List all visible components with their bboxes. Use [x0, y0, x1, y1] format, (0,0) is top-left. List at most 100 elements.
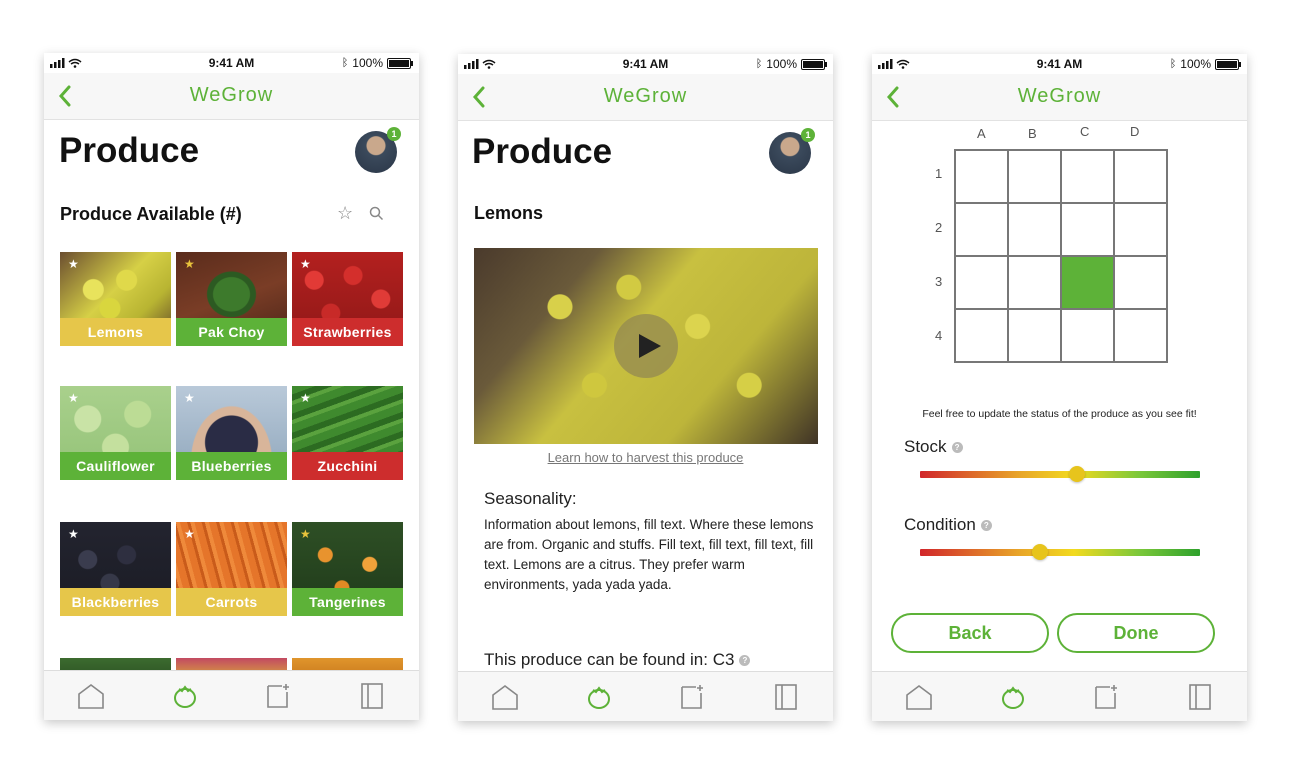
tab-bar — [44, 670, 419, 720]
favorite-star-icon[interactable]: ★ — [184, 258, 195, 270]
grid-cell-c2[interactable] — [1062, 204, 1113, 255]
nav-bar: WeGrow — [458, 74, 833, 121]
tile-label: Strawberries — [292, 318, 403, 346]
stock-slider[interactable] — [920, 466, 1200, 482]
harvest-video-link[interactable]: Learn how to harvest this produce — [458, 450, 833, 465]
home-icon[interactable] — [74, 679, 108, 713]
grid-cell-a1[interactable] — [956, 151, 1007, 202]
tile-label: Lemons — [60, 318, 171, 346]
stock-slider-thumb[interactable] — [1068, 466, 1085, 482]
grid-cell-b1[interactable] — [1009, 151, 1060, 202]
produce-tile-carrots[interactable]: ★ Carrots — [176, 522, 287, 616]
location-text: This produce can be found in: C3 — [484, 650, 735, 669]
grid-cell-a4[interactable] — [956, 310, 1007, 361]
produce-tile-pak-choy[interactable]: ★ Pak Choy — [176, 252, 287, 346]
condition-label-row: Condition? — [904, 515, 992, 535]
row-header: 1 — [935, 166, 943, 181]
produce-tile-blueberries[interactable]: ★ Blueberries — [176, 386, 287, 480]
row-header: 2 — [935, 220, 943, 235]
bluetooth-icon: ᛒ — [341, 57, 349, 69]
produce-tile-cauliflower[interactable]: ★ Cauliflower — [60, 386, 171, 480]
garden-grid — [954, 149, 1168, 363]
tile-label: Tangerines — [292, 588, 403, 616]
notification-badge: 1 — [387, 127, 401, 141]
phone-produce-status: 9:41 AM ᛒ 100% WeGrow A B C D 1 2 3 4 Fe… — [872, 54, 1247, 721]
favorite-star-icon[interactable]: ★ — [68, 528, 79, 540]
column-header: D — [1130, 124, 1140, 139]
produce-tile-lemons[interactable]: ★ Lemons — [60, 252, 171, 346]
add-note-icon[interactable] — [675, 680, 709, 714]
favorite-star-icon[interactable]: ★ — [300, 258, 311, 270]
grid-cell-d2[interactable] — [1115, 204, 1166, 255]
produce-name: Lemons — [474, 203, 544, 223]
tile-label: Pak Choy — [176, 318, 287, 346]
page-title: Produce — [59, 131, 200, 170]
book-icon[interactable] — [355, 679, 389, 713]
grid-cell-d1[interactable] — [1115, 151, 1166, 202]
favorite-star-icon[interactable]: ★ — [184, 392, 195, 404]
seasonality-text: Information about lemons, fill text. Whe… — [484, 517, 814, 592]
help-icon[interactable]: ? — [951, 442, 963, 454]
battery-percent: 100% — [766, 57, 797, 71]
favorite-star-icon[interactable]: ★ — [68, 392, 79, 404]
battery-percent: 100% — [1180, 57, 1211, 71]
favorite-star-icon[interactable]: ★ — [68, 258, 79, 270]
grid-cell-c1[interactable] — [1062, 151, 1113, 202]
done-button[interactable]: Done — [1057, 613, 1215, 653]
book-icon[interactable] — [1183, 680, 1217, 714]
grid-cell-d4[interactable] — [1115, 310, 1166, 361]
tile-label: Zucchini — [292, 452, 403, 480]
home-icon[interactable] — [902, 680, 936, 714]
star-icon[interactable]: ☆ — [337, 203, 353, 224]
produce-tile-strawberries[interactable]: ★ Strawberries — [292, 252, 403, 346]
favorite-star-icon[interactable]: ★ — [300, 528, 311, 540]
search-icon[interactable] — [369, 206, 384, 226]
back-button[interactable]: Back — [891, 613, 1049, 653]
condition-slider-thumb[interactable] — [1032, 544, 1049, 560]
grid-cell-a2[interactable] — [956, 204, 1007, 255]
app-brand: WeGrow — [603, 85, 688, 107]
grid-cell-b2[interactable] — [1009, 204, 1060, 255]
produce-tile-zucchini[interactable]: ★ Zucchini — [292, 386, 403, 480]
book-icon[interactable] — [769, 680, 803, 714]
grid-cell-b3[interactable] — [1009, 257, 1060, 308]
add-note-icon[interactable] — [261, 679, 295, 713]
battery-icon — [801, 58, 827, 70]
avatar[interactable]: 1 — [769, 128, 815, 174]
home-icon[interactable] — [488, 680, 522, 714]
section-title: Produce Available (#) — [60, 204, 242, 224]
grid-cell-c3-selected[interactable] — [1062, 257, 1113, 308]
favorite-star-icon[interactable]: ★ — [300, 392, 311, 404]
produce-tile-tangerines[interactable]: ★ Tangerines — [292, 522, 403, 616]
avatar[interactable]: 1 — [355, 127, 401, 173]
row-header: 4 — [935, 328, 943, 343]
tab-bar — [872, 671, 1247, 721]
condition-slider[interactable] — [920, 544, 1200, 560]
produce-tile-blackberries[interactable]: ★ Blackberries — [60, 522, 171, 616]
phone-produce-list: 9:41 AM ᛒ 100% WeGrow Produce 1 Produce … — [44, 53, 419, 720]
harvest-video[interactable] — [474, 248, 818, 444]
bluetooth-icon: ᛒ — [1169, 58, 1177, 70]
produce-icon[interactable] — [996, 680, 1030, 714]
page-title: Produce — [472, 132, 613, 171]
tab-bar — [458, 671, 833, 721]
add-note-icon[interactable] — [1089, 680, 1123, 714]
seasonality-heading: Seasonality: — [484, 489, 577, 508]
status-bar: 9:41 AM ᛒ 100% — [44, 53, 419, 73]
play-button[interactable] — [614, 314, 678, 378]
column-header: A — [977, 126, 986, 141]
stock-label: Stock — [904, 437, 947, 456]
produce-icon[interactable] — [582, 680, 616, 714]
grid-cell-a3[interactable] — [956, 257, 1007, 308]
grid-cell-c4[interactable] — [1062, 310, 1113, 361]
app-brand: WeGrow — [1017, 85, 1102, 107]
help-icon[interactable]: ? — [980, 520, 992, 532]
produce-icon[interactable] — [168, 679, 202, 713]
tile-label: Blueberries — [176, 452, 287, 480]
help-icon[interactable]: ? — [739, 655, 751, 667]
grid-cell-b4[interactable] — [1009, 310, 1060, 361]
column-header: C — [1080, 124, 1090, 139]
nav-bar: WeGrow — [872, 74, 1247, 121]
grid-cell-d3[interactable] — [1115, 257, 1166, 308]
favorite-star-icon[interactable]: ★ — [184, 528, 195, 540]
